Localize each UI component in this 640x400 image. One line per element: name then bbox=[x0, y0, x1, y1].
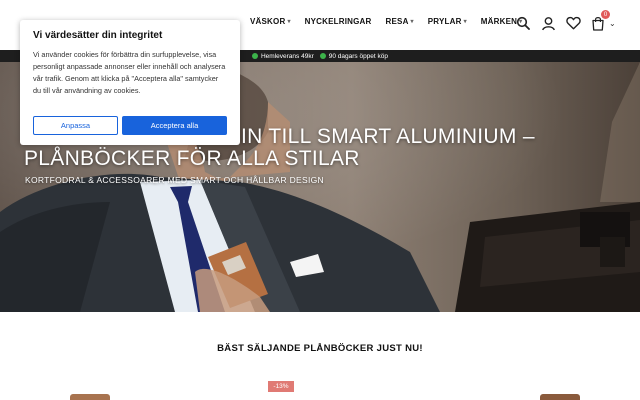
nav-item-label: PRYLAR bbox=[427, 17, 462, 26]
chevron-down-icon[interactable]: ⌄ bbox=[609, 19, 616, 28]
product-thumbnail[interactable] bbox=[540, 394, 580, 400]
accept-all-button[interactable]: Acceptera alla bbox=[122, 116, 227, 135]
customize-button[interactable]: Anpassa bbox=[33, 116, 118, 135]
nav-item-vaskor[interactable]: VÄSKOR ▾ bbox=[250, 17, 291, 26]
cookie-actions: Anpassa Acceptera alla bbox=[33, 116, 227, 135]
sale-badge: -13% bbox=[268, 381, 294, 392]
nav-item-prylar[interactable]: PRYLAR ▾ bbox=[428, 17, 467, 26]
section-title: BÄST SÄLJANDE PLÅNBÖCKER JUST NU! bbox=[217, 343, 423, 354]
cart-count-badge: 0 bbox=[601, 10, 610, 19]
nav-item-label: NYCKELRINGAR bbox=[304, 17, 372, 26]
cookie-heading: Vi värdesätter din integritet bbox=[33, 30, 163, 41]
check-icon bbox=[319, 53, 326, 59]
heart-icon[interactable] bbox=[564, 14, 582, 32]
promo-item: 90 dagars öppet köp bbox=[319, 52, 389, 60]
check-icon bbox=[251, 53, 258, 59]
cookie-consent-dialog: Vi värdesätter din integritet Vi använde… bbox=[20, 20, 240, 145]
header-icons: 0 ⌄ bbox=[514, 10, 616, 32]
nav-item-label: MÄRKEN bbox=[480, 17, 518, 26]
nav-item-label: VÄSKOR bbox=[250, 17, 286, 26]
nav-item-label: RESA bbox=[385, 17, 409, 26]
user-icon[interactable] bbox=[539, 14, 557, 32]
promo-text: 90 dagars öppet köp bbox=[328, 52, 389, 60]
nav-item-resa[interactable]: RESA ▾ bbox=[386, 17, 414, 26]
search-icon[interactable] bbox=[514, 14, 532, 32]
main-nav: VÄSKOR ▾ NYCKELRINGAR RESA ▾ PRYLAR ▾ MÄRKE… bbox=[250, 17, 536, 26]
chevron-down-icon: ▾ bbox=[463, 19, 467, 25]
chevron-down-icon: ▾ bbox=[410, 19, 414, 25]
product-thumbnail[interactable] bbox=[70, 394, 110, 400]
hero-subtitle: KORTFODRAL & ACCESSOARER MED SMART OCH H… bbox=[25, 175, 324, 185]
chevron-down-icon: ▾ bbox=[287, 19, 291, 25]
hero-title-line2: PLÅNBÖCKER FÖR ALLA STILAR bbox=[24, 147, 360, 170]
promo-text: Hemleverans 49kr bbox=[260, 52, 314, 60]
cookie-text: Vi använder cookies för förbättra din su… bbox=[33, 50, 226, 95]
nav-item-nyckelringar[interactable]: NYCKELRINGAR bbox=[305, 17, 372, 26]
promo-item: Hemleverans 49kr bbox=[251, 52, 314, 60]
cart-icon[interactable]: 0 bbox=[589, 10, 610, 32]
